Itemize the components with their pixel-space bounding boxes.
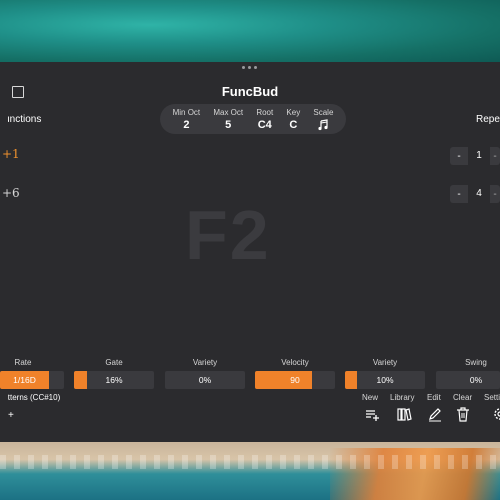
settings-label: Settings: [484, 393, 500, 402]
repeat-value: 1: [468, 147, 490, 165]
new-label: New: [362, 393, 379, 402]
edit-label: Edit: [427, 393, 441, 402]
rate-value: 1/16D: [13, 375, 36, 385]
rate-slider[interactable]: 1/16D: [0, 371, 64, 389]
scale-control[interactable]: Scale: [313, 108, 333, 131]
variety-label: Variety: [192, 358, 218, 367]
variety-slider[interactable]: 0%: [165, 371, 245, 389]
trash-icon[interactable]: [455, 406, 471, 422]
root-control[interactable]: Root C4: [256, 108, 273, 131]
clear-label: Clear: [453, 393, 473, 402]
repeat-label: Repeat: [476, 114, 500, 125]
wallpaper-foam: [0, 455, 500, 469]
repeat-value: 4: [468, 185, 490, 203]
increment-button[interactable]: -: [490, 189, 500, 200]
repeat-stepper[interactable]: - 1 -: [450, 147, 500, 165]
music-note-icon: [318, 118, 328, 130]
gate-slider[interactable]: 16%: [74, 371, 154, 389]
library-icon[interactable]: [396, 406, 412, 422]
swing-value: 0%: [469, 375, 483, 385]
pencil-icon[interactable]: [427, 406, 443, 422]
function-item[interactable]: +6: [2, 186, 20, 200]
max-oct-control[interactable]: Max Oct 5: [213, 108, 243, 131]
window-grabber[interactable]: [242, 66, 258, 70]
velocity-variety-value: 10%: [376, 375, 394, 385]
decrement-button[interactable]: -: [450, 189, 468, 200]
add-pattern-button[interactable]: +: [8, 410, 14, 421]
velocity-slider[interactable]: 90: [255, 371, 335, 389]
variety-label: Variety: [372, 358, 398, 367]
patterns-label: Patterns (CC#10): [0, 393, 61, 402]
header-controls: Min Oct 2 Max Oct 5 Root C4 Key C Scale: [160, 104, 346, 134]
velocity-label: Velocity: [281, 358, 309, 367]
gate-label: Gate: [105, 358, 123, 367]
gate-value: 16%: [105, 375, 123, 385]
velocity-variety-slider[interactable]: 10%: [345, 371, 425, 389]
variety-value: 0%: [198, 375, 212, 385]
current-note-display: F2: [185, 196, 271, 274]
app-title: FuncBud: [221, 84, 279, 99]
key-control[interactable]: Key C: [286, 108, 300, 131]
swing-slider[interactable]: 0%: [436, 371, 500, 389]
library-label: Library: [390, 393, 415, 402]
wallpaper-top: [0, 0, 500, 62]
min-oct-control[interactable]: Min Oct 2: [173, 108, 201, 131]
rate-label: Rate: [14, 358, 32, 367]
decrement-button[interactable]: -: [450, 151, 468, 162]
new-list-icon[interactable]: [364, 406, 380, 422]
repeat-stepper[interactable]: - 4 -: [450, 185, 500, 203]
gear-icon[interactable]: [492, 406, 500, 422]
function-item[interactable]: +1: [2, 147, 20, 161]
swing-label: Swing: [465, 358, 487, 367]
velocity-value: 90: [290, 375, 300, 385]
increment-button[interactable]: -: [490, 151, 500, 162]
